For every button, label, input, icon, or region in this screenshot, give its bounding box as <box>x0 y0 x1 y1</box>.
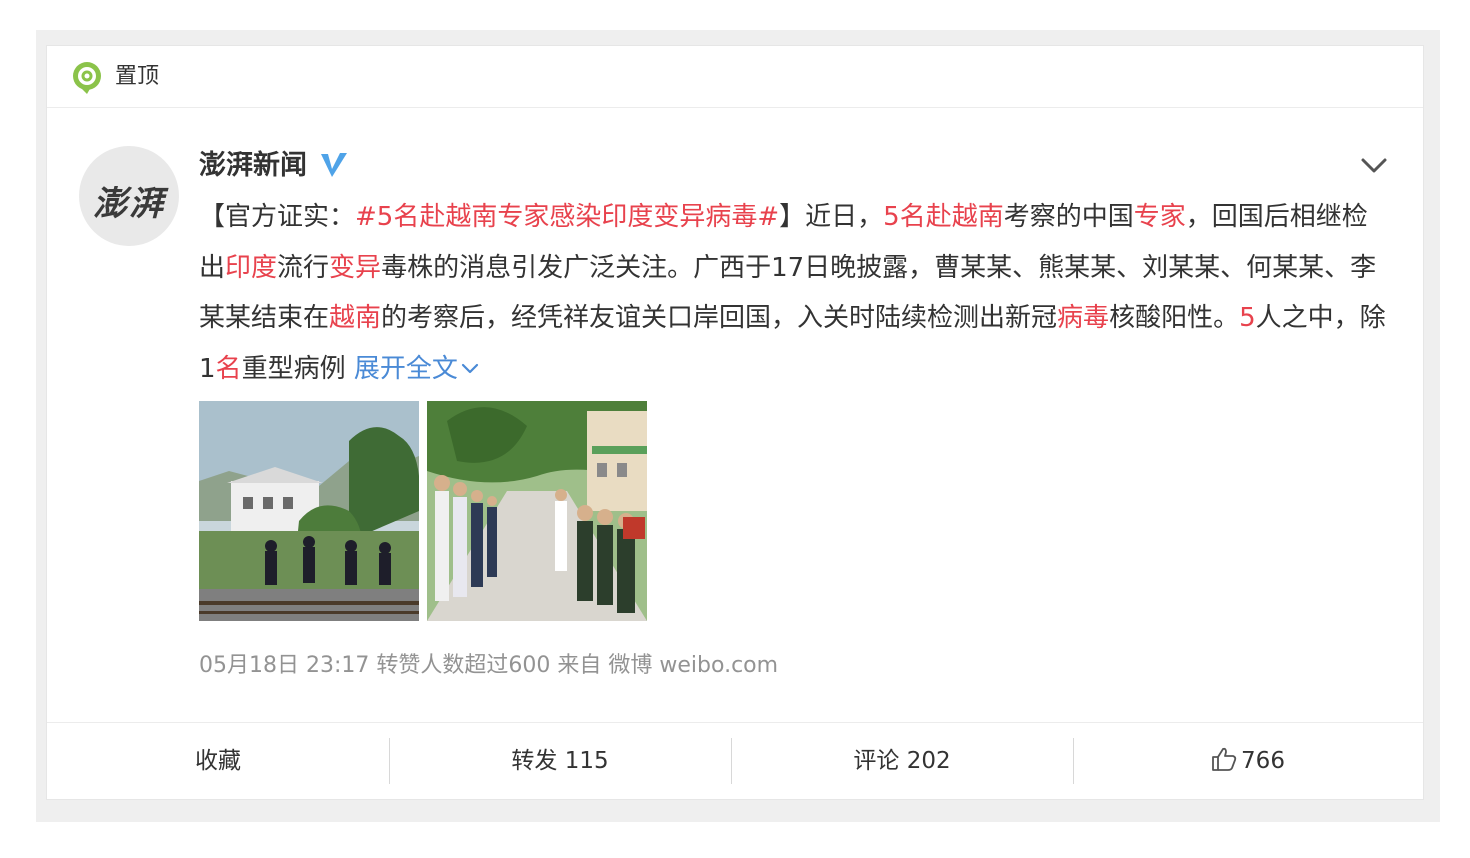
highlighted-keyword[interactable]: 5 <box>1239 303 1256 333</box>
highlighted-keyword[interactable]: 变异 <box>329 253 381 283</box>
post-image-2[interactable] <box>427 401 647 621</box>
like-button[interactable]: 766 <box>1073 723 1423 800</box>
weibo-post-card: 置顶 澎湃 澎湃新闻 【官方证实：#5名赴越南专家感染印度变异病毒#】近日，5名… <box>46 45 1424 800</box>
topic-link[interactable]: #5名赴越南专家感染印度变异病毒# <box>355 202 779 232</box>
post-image-1[interactable] <box>199 401 419 621</box>
post-text-segment: 流行 <box>277 252 330 283</box>
post-text-segment: 】近日， <box>779 202 884 232</box>
avatar-logo-text: 澎湃 <box>93 184 165 224</box>
comment-label: 评论 202 <box>853 748 951 774</box>
repost-label: 转发 115 <box>511 748 609 774</box>
pin-icon <box>73 62 101 94</box>
favorite-button[interactable]: 收藏 <box>47 723 389 800</box>
comment-button[interactable]: 评论 202 <box>731 723 1073 800</box>
chevron-down-icon <box>461 363 478 374</box>
highlighted-keyword[interactable]: 5名赴越南 <box>883 202 1004 232</box>
like-count: 766 <box>1241 748 1285 774</box>
repost-button[interactable]: 转发 115 <box>389 723 731 800</box>
pinned-bar: 置顶 <box>47 46 1423 108</box>
chevron-down-icon[interactable] <box>1359 154 1389 176</box>
highlighted-keyword[interactable]: 病毒 <box>1057 303 1109 333</box>
favorite-label: 收藏 <box>195 748 241 774</box>
avatar[interactable]: 澎湃 <box>79 146 179 246</box>
highlighted-keyword[interactable]: 名 <box>216 354 242 384</box>
post-time[interactable]: 05月18日 23:17 <box>199 653 369 678</box>
post-text-segment: 【官方证实： <box>199 202 356 232</box>
post-text: 【官方证实：#5名赴越南专家感染印度变异病毒#】近日，5名赴越南考察的中国专家，… <box>199 192 1389 394</box>
post-text-segment: 考察的中国 <box>1003 202 1134 232</box>
post-text-segment: 核酸阳性。 <box>1109 303 1240 333</box>
highlighted-keyword[interactable]: 越南 <box>329 303 381 333</box>
source-link[interactable]: 微博 weibo.com <box>608 653 778 678</box>
highlighted-keyword[interactable]: 专家 <box>1134 202 1186 232</box>
post-text-segment: 的考察后，经凭祥友谊关口岸回国，入关时陆续检测出新冠 <box>381 303 1058 333</box>
action-bar: 收藏 转发 115 评论 202 766 <box>47 722 1423 800</box>
pinned-label: 置顶 <box>115 64 160 89</box>
author-name[interactable]: 澎湃新闻 <box>199 146 307 186</box>
verified-icon <box>321 153 347 177</box>
thumbs-up-icon <box>1212 747 1237 771</box>
expand-full-text-link[interactable]: 展开全文 <box>354 354 480 384</box>
post-meta: 05月18日 23:17 转赞人数超过600 来自 微博 weibo.com <box>199 650 778 682</box>
highlighted-keyword[interactable]: 印度 <box>225 253 277 283</box>
source-from-label: 来自 <box>557 653 602 678</box>
post-text-segment: 重型病例 <box>241 353 354 384</box>
reposters-count: 转赞人数超过600 <box>376 653 551 678</box>
